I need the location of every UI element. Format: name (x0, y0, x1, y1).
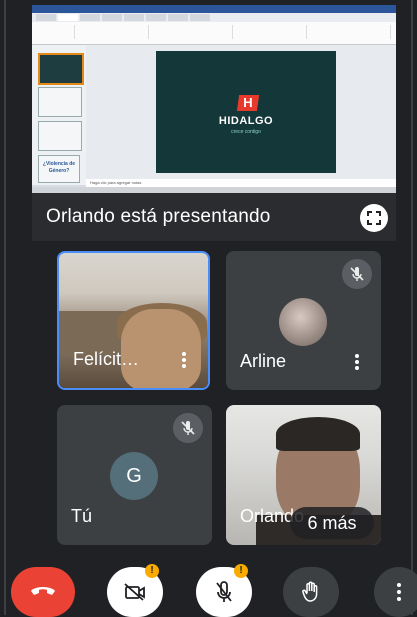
slide-canvas: H HIDALGO crece contigo (86, 45, 396, 185)
mic-off-icon (350, 267, 364, 281)
more-options-button[interactable] (182, 352, 186, 368)
shared-app-ribbon (32, 22, 396, 45)
participant-name: Arline (240, 351, 287, 371)
current-slide: H HIDALGO crece contigo (156, 51, 336, 173)
avatar (279, 298, 327, 346)
presentation-stage: ¿Violencia de Género? H HIDALGO crece co… (32, 5, 396, 241)
more-vert-icon (182, 352, 186, 368)
more-options-button[interactable] (355, 354, 359, 370)
more-vert-icon (397, 583, 401, 601)
raise-hand-icon (302, 581, 318, 602)
more-participants-button[interactable]: 6 más (290, 507, 374, 539)
presenting-label: Orlando está presentando (46, 206, 271, 227)
logo-letter: H (243, 95, 253, 110)
mic-warning-badge: ! (234, 564, 248, 578)
mic-toggle-button[interactable]: ! (196, 564, 252, 617)
slide-brand-tagline: crece contigo (231, 129, 261, 135)
participant-name: Felícit… (73, 349, 140, 369)
slide-thumbnail (38, 121, 82, 151)
shared-app-titlebar (32, 5, 396, 13)
end-call-button[interactable] (11, 567, 75, 617)
fullscreen-icon (367, 211, 381, 225)
participant-tile-self[interactable]: G Tú (57, 405, 212, 545)
meet-window: ¿Violencia de Género? H HIDALGO crece co… (4, 0, 417, 617)
end-call-icon (31, 587, 55, 595)
shared-app-statusbar (32, 187, 396, 193)
slide-brand-name: HIDALGO (218, 115, 274, 127)
participant-name: Tú (71, 506, 93, 526)
muted-indicator (342, 259, 372, 289)
participant-tile[interactable]: Felícit… (57, 251, 210, 390)
fullscreen-button[interactable] (360, 204, 388, 232)
more-vert-icon (355, 354, 359, 370)
slide-thumbnail: ¿Violencia de Género? (38, 155, 80, 183)
slide-thumbnail (38, 53, 84, 85)
mic-off-icon (181, 421, 195, 435)
camera-toggle-button[interactable]: ! (107, 564, 163, 617)
shared-screen: ¿Violencia de Género? H HIDALGO crece co… (32, 5, 396, 193)
camera-warning-badge: ! (145, 564, 159, 578)
avatar: G (110, 452, 158, 500)
more-options-button[interactable] (374, 567, 417, 617)
slide-notes: Haga clic para agregar notas (86, 179, 396, 187)
participant-tile[interactable]: Arline (226, 251, 381, 390)
camera-off-icon (124, 583, 145, 601)
slide-thumbnails: ¿Violencia de Género? (32, 45, 86, 185)
muted-indicator (173, 413, 203, 443)
shared-app-ribbon-tabs (32, 13, 396, 22)
mic-off-icon (216, 581, 232, 602)
raise-hand-button[interactable] (283, 567, 339, 617)
slide-thumbnail (38, 87, 82, 117)
